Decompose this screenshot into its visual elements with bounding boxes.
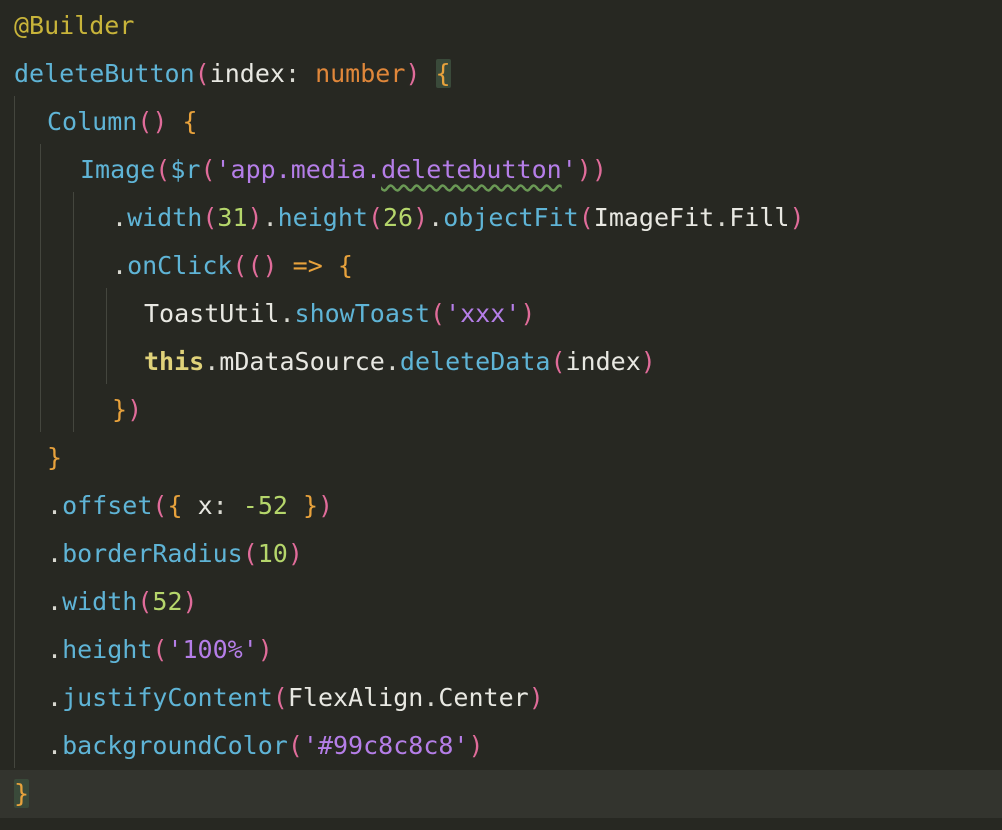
code-line-text: deleteButton(index: number) { — [14, 59, 451, 88]
code-line-text: .offset({ x: -52 }) — [47, 491, 334, 520]
code-line-17[interactable]: } — [0, 770, 1002, 818]
code-line-text: @Builder — [14, 11, 135, 40]
code-line-8[interactable]: this.mDataSource.deleteData(index) — [0, 338, 1002, 386]
code-line-text: } — [47, 443, 63, 472]
code-line-10[interactable]: } — [0, 434, 1002, 482]
code-line-text: .borderRadius(10) — [47, 539, 303, 568]
code-line-text: .width(52) — [47, 587, 198, 616]
code-line-11[interactable]: .offset({ x: -52 }) — [0, 482, 1002, 530]
code-line-4[interactable]: Image($r('app.media.deletebutton')) — [0, 146, 1002, 194]
code-line-text: .height('100%') — [47, 635, 273, 664]
code-line-text: ToastUtil.showToast('xxx') — [144, 299, 536, 328]
code-line-5[interactable]: .width(31).height(26).objectFit(ImageFit… — [0, 194, 1002, 242]
code-line-1[interactable]: @Builder — [0, 2, 1002, 50]
code-line-3[interactable]: Column() { — [0, 98, 1002, 146]
code-line-9[interactable]: }) — [0, 386, 1002, 434]
code-line-text: Image($r('app.media.deletebutton')) — [80, 155, 607, 184]
code-line-text: }) — [112, 395, 143, 424]
code-editor[interactable]: @Builder deleteButton(index: number) { C… — [0, 0, 1002, 830]
code-line-15[interactable]: .justifyContent(FlexAlign.Center) — [0, 674, 1002, 722]
code-line-12[interactable]: .borderRadius(10) — [0, 530, 1002, 578]
code-line-13[interactable]: .width(52) — [0, 578, 1002, 626]
code-line-text: .onClick(() => { — [112, 251, 353, 280]
code-line-7[interactable]: ToastUtil.showToast('xxx') — [0, 290, 1002, 338]
code-line-text: Column() { — [47, 107, 198, 136]
code-line-text: this.mDataSource.deleteData(index) — [144, 347, 656, 376]
code-line-text: .justifyContent(FlexAlign.Center) — [47, 683, 544, 712]
code-line-14[interactable]: .height('100%') — [0, 626, 1002, 674]
code-line-16[interactable]: .backgroundColor('#99c8c8c8') — [0, 722, 1002, 770]
code-line-6[interactable]: .onClick(() => { — [0, 242, 1002, 290]
code-line-2[interactable]: deleteButton(index: number) { — [0, 50, 1002, 98]
code-line-text: } — [14, 779, 30, 808]
code-line-text: .backgroundColor('#99c8c8c8') — [47, 731, 484, 760]
code-line-text: .width(31).height(26).objectFit(ImageFit… — [112, 203, 805, 232]
